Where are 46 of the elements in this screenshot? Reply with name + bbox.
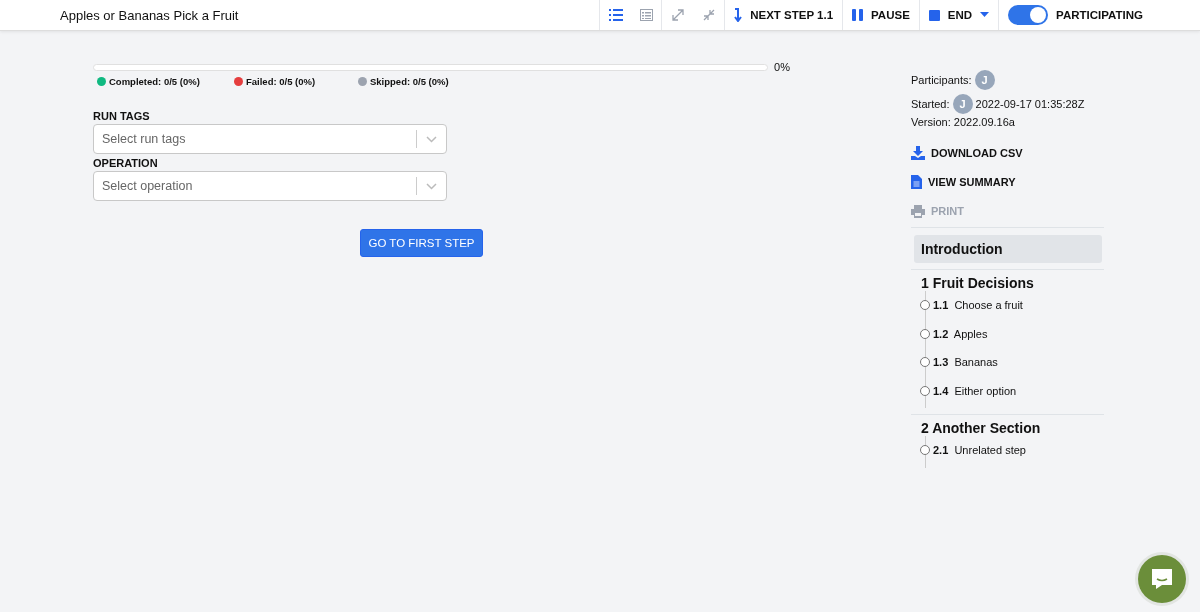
step-item[interactable]: 1.1 Choose a fruit xyxy=(920,291,1023,320)
download-csv-button[interactable]: DOWNLOAD CSV xyxy=(911,143,1023,163)
select-field[interactable]: Select run tags xyxy=(93,124,447,154)
chevron-down-icon xyxy=(426,182,437,190)
started-time: 2022-09-17 01:35:28Z xyxy=(975,98,1085,110)
expand-icon xyxy=(671,9,684,21)
select-field[interactable]: Select operation xyxy=(93,171,447,201)
progress-percent: 0% xyxy=(774,61,790,73)
end-button[interactable]: END xyxy=(918,0,999,30)
printer-icon xyxy=(911,204,925,218)
chevron-down-icon xyxy=(426,135,437,143)
stop-icon xyxy=(928,9,940,21)
participants-label: Participants: xyxy=(911,74,972,86)
download-icon xyxy=(911,146,925,160)
legend-label: Skipped: 0/5 (0%) xyxy=(370,76,449,87)
legend-label: Completed: 0/5 (0%) xyxy=(109,76,200,87)
started-label: Started: xyxy=(911,98,950,110)
step-item[interactable]: 1.4 Either option xyxy=(920,376,1017,405)
introduction-item[interactable]: Introduction xyxy=(914,235,1102,263)
avatar: J xyxy=(974,70,995,90)
field-label: RUN TAGS xyxy=(93,110,151,122)
section-title: 1 Fruit Decisions xyxy=(920,275,1035,291)
step-item[interactable]: 2.1 Unrelated step xyxy=(920,436,1026,465)
field-label: OPERATION xyxy=(93,157,159,169)
view-summary-button[interactable]: VIEW SUMMARY xyxy=(911,172,1016,192)
pause-icon xyxy=(852,9,864,21)
chat-icon xyxy=(1150,567,1174,591)
participating-label: PARTICIPATING xyxy=(1056,9,1143,21)
avatar: J xyxy=(952,94,973,114)
collapse-icon xyxy=(702,9,715,21)
step-item[interactable]: 1.2 Apples xyxy=(920,319,988,348)
document-icon xyxy=(911,175,922,189)
caret-icon xyxy=(980,12,990,18)
next-step-button[interactable]: NEXT STEP 1.1 xyxy=(724,0,843,30)
section-title: 2 Another Section xyxy=(920,420,1042,436)
arrow-down-icon xyxy=(734,8,743,22)
participating-toggle[interactable] xyxy=(1008,5,1049,25)
list-icon xyxy=(608,9,623,21)
window-title: Apples or Bananas Pick a Fruit xyxy=(60,7,239,23)
step-item[interactable]: 1.3 Bananas xyxy=(920,348,998,377)
go-to-first-step-button[interactable]: GO TO FIRST STEP xyxy=(360,229,483,257)
pause-button[interactable]: PAUSE xyxy=(842,0,919,30)
legend-label: Failed: 0/5 (0%) xyxy=(246,76,316,87)
table-icon xyxy=(639,9,653,21)
chat-button[interactable] xyxy=(1138,555,1186,603)
version-text: Version: 2022.09.16a xyxy=(911,116,1015,128)
